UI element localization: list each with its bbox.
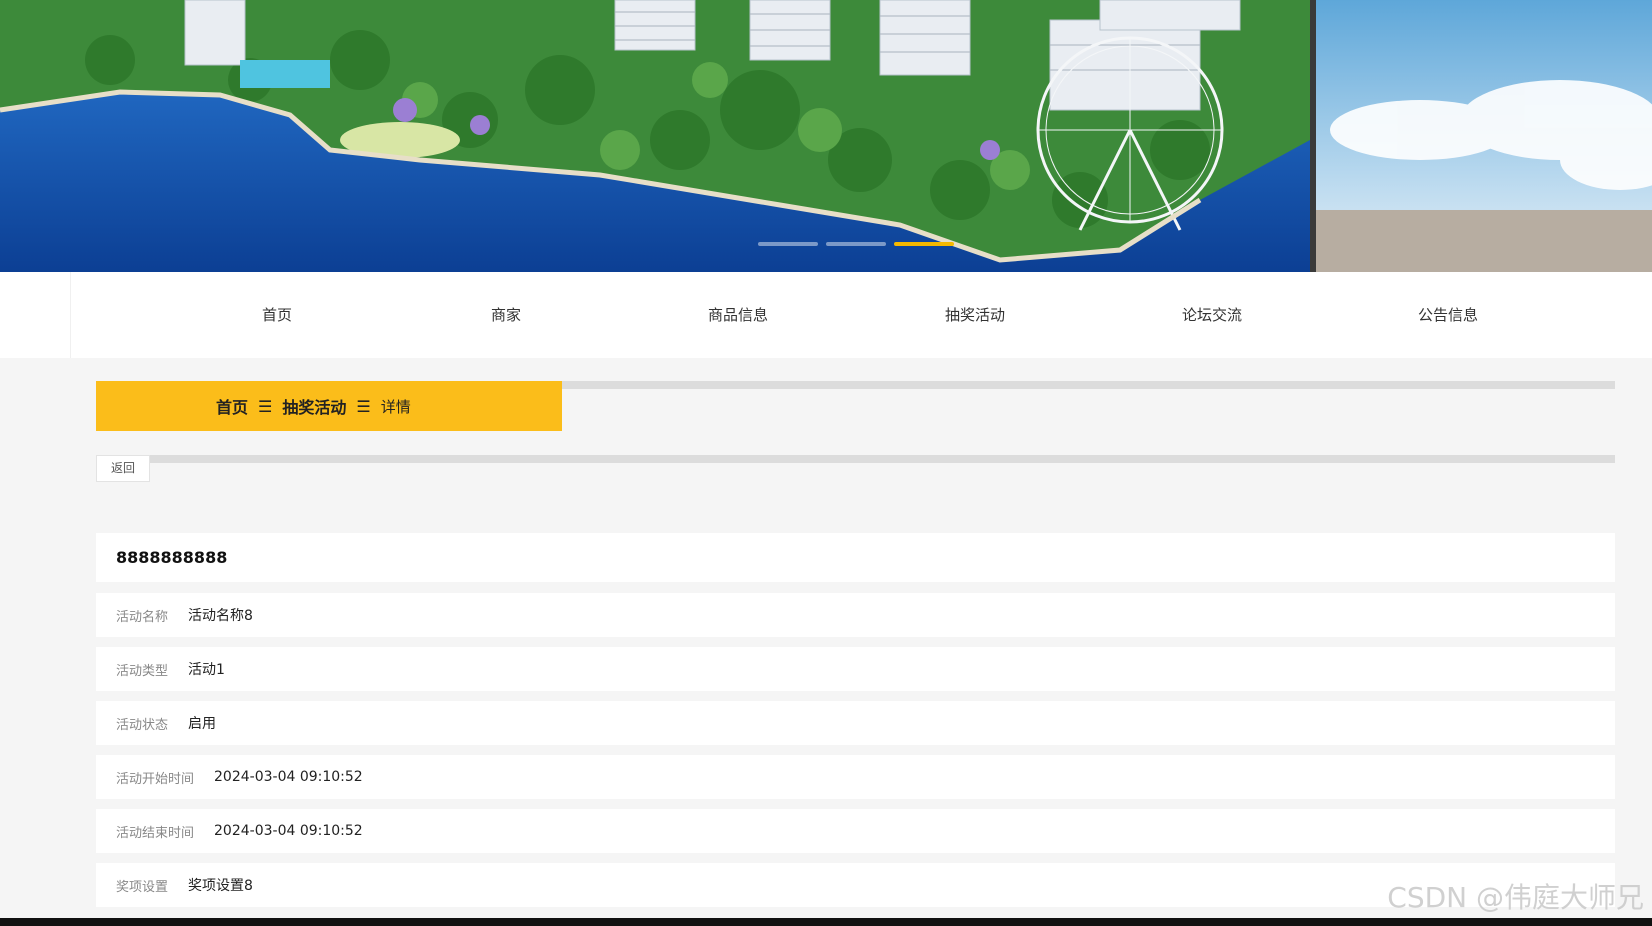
field-label: 奖项设置 <box>116 879 169 895</box>
nav-item-home[interactable]: 首页 <box>217 272 337 358</box>
field-value: 奖项设置8 <box>188 878 253 894</box>
back-button[interactable]: 返回 <box>96 455 150 482</box>
detail-title: 8888888888 <box>96 533 1615 582</box>
field-value: 2024-03-04 09:10:52 <box>214 823 363 839</box>
breadcrumb-current: 详情 <box>380 397 411 416</box>
main-nav: 首页 商家 商品信息 抽奖活动 论坛交流 公告信息 <box>0 272 1652 358</box>
carousel-dot-3[interactable] <box>894 242 954 246</box>
field-label: 活动状态 <box>116 717 169 733</box>
detail-row-start-time: 活动开始时间 2024-03-04 09:10:52 <box>96 755 1615 799</box>
field-label: 活动开始时间 <box>116 771 195 787</box>
field-label: 活动名称 <box>116 609 169 625</box>
carousel-dot-1[interactable] <box>758 242 818 246</box>
nav-item-merchants[interactable]: 商家 <box>446 272 566 358</box>
carousel-dot-2[interactable] <box>826 242 886 246</box>
banner-image <box>0 0 1652 272</box>
nav-item-products[interactable]: 商品信息 <box>678 272 798 358</box>
field-value: 启用 <box>188 716 217 732</box>
detail-row-activity-name: 活动名称 活动名称8 <box>96 593 1615 637</box>
nav-item-forum[interactable]: 论坛交流 <box>1152 272 1272 358</box>
breadcrumb-section[interactable]: 抽奖活动 <box>282 394 346 418</box>
watermark: CSDN @伟庭大师兄 <box>1387 881 1644 914</box>
nav-item-notices[interactable]: 公告信息 <box>1388 272 1508 358</box>
detail-row-activity-status: 活动状态 启用 <box>96 701 1615 745</box>
detail-row-end-time: 活动结束时间 2024-03-04 09:10:52 <box>96 809 1615 853</box>
breadcrumb-separator-icon: ☰ <box>258 396 273 416</box>
nav-item-lottery[interactable]: 抽奖活动 <box>915 272 1035 358</box>
field-value: 2024-03-04 09:10:52 <box>214 769 363 785</box>
field-value: 活动名称8 <box>188 608 253 624</box>
back-divider <box>150 455 1615 463</box>
field-value: 活动1 <box>188 662 225 678</box>
carousel-indicators <box>758 242 954 246</box>
banner-carousel[interactable] <box>0 0 1652 272</box>
detail-row-activity-type: 活动类型 活动1 <box>96 647 1615 691</box>
field-label: 活动结束时间 <box>116 825 195 841</box>
field-label: 活动类型 <box>116 663 169 679</box>
breadcrumb-separator-icon: ☰ <box>356 396 371 416</box>
breadcrumb: 首页 ☰ 抽奖活动 ☰ 详情 <box>96 381 562 431</box>
breadcrumb-home[interactable]: 首页 <box>216 394 248 418</box>
bottom-bar <box>0 918 1652 926</box>
